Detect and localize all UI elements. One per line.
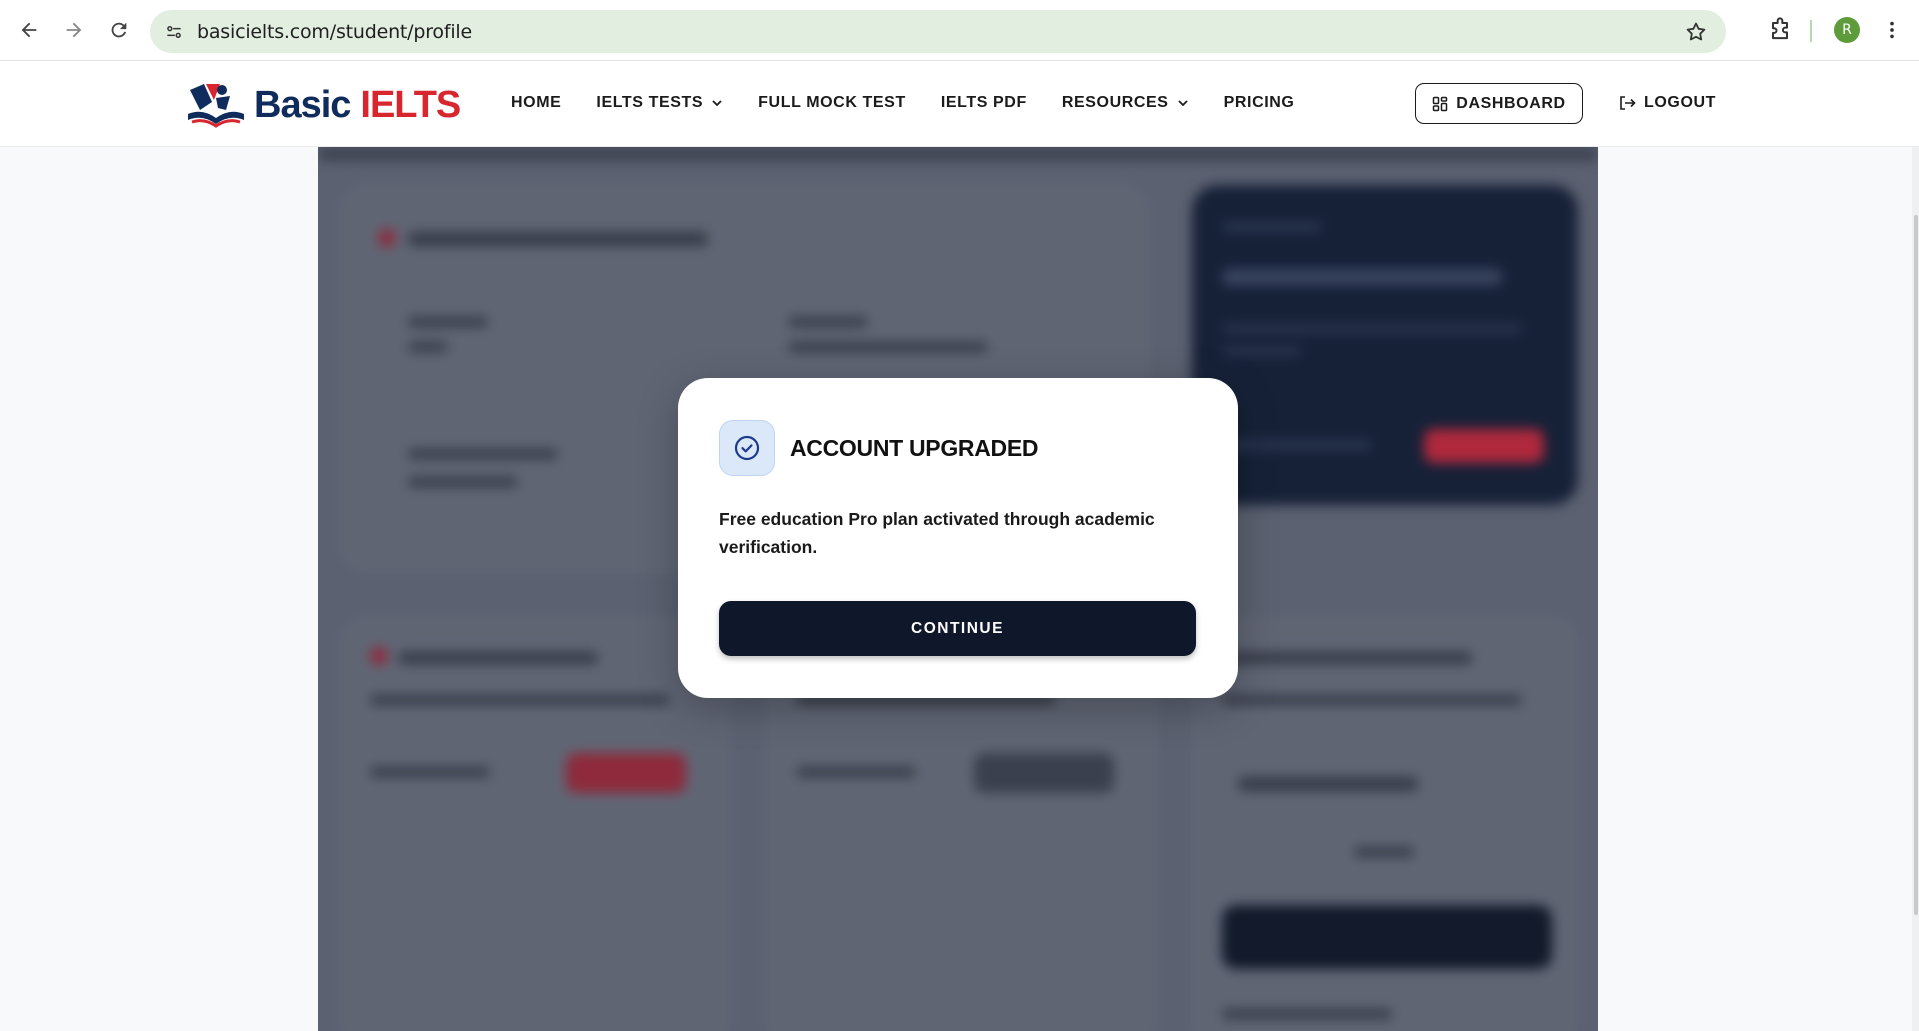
site-logo[interactable]: Basic IELTS xyxy=(186,77,461,133)
continue-button[interactable]: CONTINUE xyxy=(719,601,1196,656)
logo-book-icon xyxy=(188,84,244,128)
logo-word-basic: Basic xyxy=(254,83,351,126)
dashboard-button[interactable]: DASHBOARD xyxy=(1415,83,1583,124)
main-navigation: HOME IELTS TESTS FULL MOCK TEST IELTS PD… xyxy=(511,94,1329,112)
nav-resources[interactable]: RESOURCES xyxy=(1062,94,1189,112)
nav-ielts-pdf[interactable]: IELTS PDF xyxy=(941,94,1027,112)
dialog-title: ACCOUNT UPGRADED xyxy=(790,435,1039,461)
bookmark-star-icon[interactable] xyxy=(1684,20,1708,44)
nav-home[interactable]: HOME xyxy=(511,94,561,112)
logout-link[interactable]: LOGOUT xyxy=(1618,94,1716,112)
reload-icon xyxy=(111,22,127,38)
site-header: Basic IELTS HOME IELTS TESTS FULL MOCK TE… xyxy=(0,61,1919,147)
site-info-icon[interactable] xyxy=(162,20,186,44)
chevron-down-icon xyxy=(1177,100,1188,107)
reload-button[interactable] xyxy=(102,13,136,47)
arrow-left-icon xyxy=(21,22,37,38)
check-circle-icon xyxy=(734,435,760,461)
extensions-puzzle-icon[interactable] xyxy=(1766,16,1794,44)
back-button[interactable] xyxy=(12,13,46,47)
nav-pricing[interactable]: PRICING xyxy=(1224,94,1295,112)
browser-menu-icon[interactable] xyxy=(1880,16,1904,44)
logo-word-ielts: IELTS xyxy=(360,83,461,126)
address-bar[interactable]: basicielts.com/student/profile xyxy=(150,10,1726,53)
dialog-message: Free education Pro plan activated throug… xyxy=(719,509,1155,557)
forward-button[interactable] xyxy=(57,13,91,47)
success-icon-badge xyxy=(719,420,775,476)
chevron-down-icon xyxy=(712,100,722,107)
url-text: basicielts.com/student/profile xyxy=(197,21,472,43)
browser-toolbar: basicielts.com/student/profile R xyxy=(0,0,1919,61)
toolbar-separator xyxy=(1810,20,1812,42)
account-upgraded-dialog: ACCOUNT UPGRADED Free education Pro plan… xyxy=(678,378,1238,698)
scrollbar-thumb[interactable] xyxy=(1914,215,1918,915)
profile-avatar[interactable]: R xyxy=(1834,17,1860,43)
arrow-right-icon xyxy=(66,22,82,38)
logout-icon xyxy=(1620,96,1636,110)
dashboard-grid-icon xyxy=(1433,96,1448,111)
nav-ielts-tests[interactable]: IELTS TESTS xyxy=(596,94,723,112)
nav-full-mock-test[interactable]: FULL MOCK TEST xyxy=(758,94,906,112)
